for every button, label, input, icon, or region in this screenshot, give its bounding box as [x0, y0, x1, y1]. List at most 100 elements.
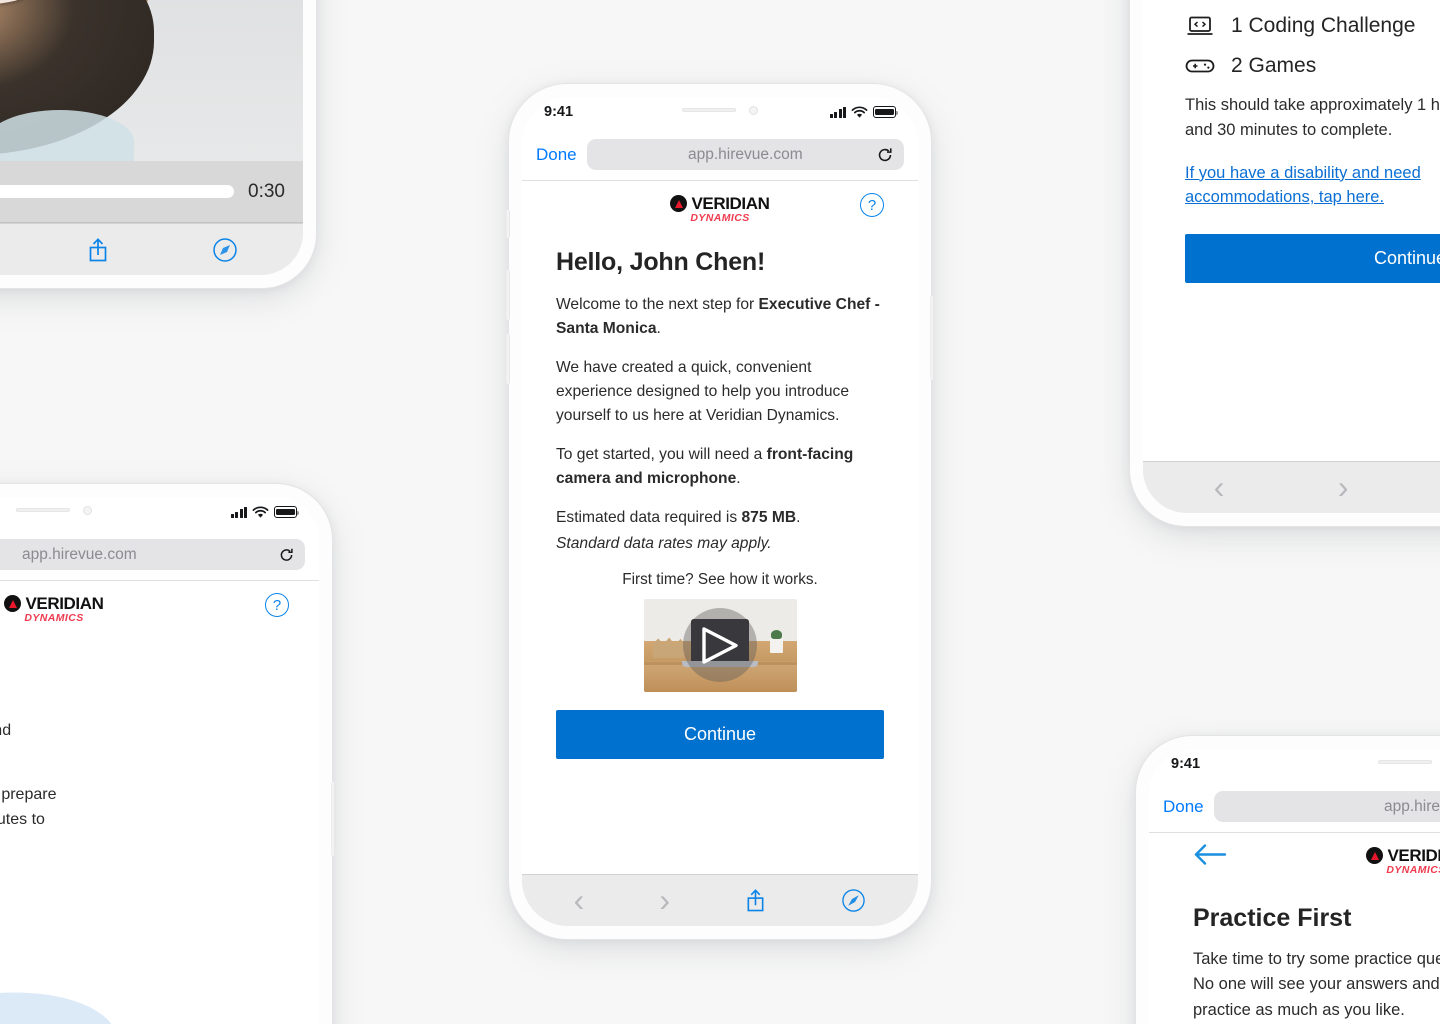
phone-power-button: [930, 296, 934, 380]
phone-mockup-tips: Done app.hirevue.com VERIDIAN DYNAMIC: [0, 484, 335, 1024]
screenshot-canvas: 0:30 ›: [0, 0, 1440, 1024]
accommodations-link-line2[interactable]: accommodations, tap here.: [1185, 185, 1440, 210]
tips-line-1: ll be asked to record your: [0, 695, 289, 720]
welcome-screen: 9:41 Done app.hirevue.com VERIDIAN DYNAM…: [522, 97, 918, 926]
phone-mockup-practice: 9:41 Done app.hirevue.com: [1136, 736, 1440, 1024]
notch-area: 9:41: [1149, 749, 1440, 783]
veridian-dynamics-logo: VERIDIAN DYNAMICS: [670, 194, 770, 224]
practice-line-3: practice as much as you like.: [1193, 1000, 1405, 1019]
share-icon[interactable]: [87, 237, 109, 263]
logo-mark-icon: [4, 595, 22, 612]
phone-mockup-overview: 4 Video Questions 1 Coding Challenge: [1130, 0, 1440, 526]
reload-icon: [280, 548, 293, 561]
welcome-post: .: [656, 319, 661, 337]
phone-mockup-recording: 0:30 ›: [0, 0, 316, 288]
url-field[interactable]: app.hirevue.com: [1213, 791, 1440, 822]
url-text: app.hirevue.com: [688, 145, 803, 163]
recording-illustration: Recording...: [0, 971, 319, 1024]
continue-button[interactable]: Continue: [556, 709, 884, 759]
front-camera: [749, 105, 758, 115]
notch-area: [0, 497, 319, 531]
reload-icon: [878, 147, 892, 161]
brand-row: VERIDIAN DYNAMICS ?: [0, 581, 289, 630]
battery-icon: [873, 106, 899, 118]
notch: [631, 97, 809, 123]
requirements-pre: To get started, you will need a: [556, 445, 767, 463]
back-button[interactable]: ‹: [574, 882, 585, 919]
url-field[interactable]: app.hirevue.com: [0, 539, 305, 570]
data-required-paragraph: Estimated data required is 875 MB.: [556, 506, 884, 530]
how-it-works-video-thumbnail[interactable]: [643, 598, 797, 692]
page-content: VERIDIAN DYNAMICS ? ful Tips ll be asked…: [0, 581, 319, 1024]
tips-line-6: your response.: [0, 832, 289, 857]
url-field[interactable]: app.hirevue.com: [586, 139, 904, 170]
page-title: ful Tips: [0, 650, 289, 679]
status-indicators: [230, 505, 300, 519]
safari-toolbar: ›: [0, 223, 303, 275]
forward-button[interactable]: ›: [659, 882, 670, 919]
help-icon[interactable]: ?: [860, 193, 884, 218]
tips-screen: Done app.hirevue.com VERIDIAN DYNAMIC: [0, 497, 319, 1024]
earpiece-speaker: [1378, 760, 1432, 764]
overview-item: 1 Coding Challenge: [1185, 13, 1440, 39]
done-button[interactable]: Done: [536, 145, 577, 165]
status-indicators: [829, 105, 899, 119]
practice-line-1: Take time to try some practice questions…: [1193, 949, 1440, 968]
tips-line-2: ses using your camera and: [0, 722, 12, 740]
data-size: 875 MB: [741, 508, 797, 526]
page-title: Practice First: [1193, 903, 1352, 932]
data-pre: Estimated data required is: [556, 508, 742, 526]
url-text: app.hirevue.com: [22, 545, 137, 563]
help-icon[interactable]: ?: [265, 593, 289, 618]
notch-area: 9:41: [522, 97, 918, 131]
safari-url-bar: Done app.hirevue.com: [522, 131, 918, 181]
logo-subtext: DYNAMICS: [690, 212, 750, 224]
page-title: Hello, John Chen!: [556, 247, 766, 276]
back-button[interactable]: ‹: [1214, 469, 1225, 506]
brand-row: VERIDIAN DYNAMICS: [1193, 833, 1440, 882]
phone-mockup-main: 9:41 Done app.hirevue.com VERIDIAN DYNAM…: [506, 84, 934, 939]
practice-line-2: No one will see your answers and you can: [1193, 975, 1440, 994]
forward-button[interactable]: ›: [1338, 469, 1349, 506]
status-time: 9:41: [1171, 756, 1201, 772]
logo-wordmark: VERIDIAN: [691, 194, 770, 213]
notch: [1327, 749, 1440, 775]
tips-line-3: hone.: [0, 744, 289, 769]
page-content: VERIDIAN DYNAMICS ? Hello, John Chen! We…: [522, 181, 918, 874]
logo-subtext: DYNAMICS: [1386, 864, 1440, 876]
recording-screen: 0:30 ›: [0, 0, 303, 275]
accommodations-link[interactable]: If you have a disability and need: [1185, 161, 1440, 186]
experience-paragraph: We have created a quick, convenient expe…: [556, 358, 850, 424]
logo-mark-icon: [670, 195, 688, 212]
compass-icon[interactable]: [212, 237, 238, 263]
notch: [0, 497, 143, 523]
video-caption: First time? See how it works.: [622, 570, 818, 588]
phone-screen-bezel: 9:41 Done app.hirevue.com: [1149, 749, 1440, 1024]
elapsed-time: 0:30: [248, 180, 285, 202]
compass-icon[interactable]: [841, 888, 866, 913]
cellular-signal-icon: [829, 106, 846, 118]
continue-button[interactable]: Continue: [1185, 234, 1440, 283]
cellular-signal-icon: [230, 506, 247, 518]
brand-row: VERIDIAN DYNAMICS ?: [556, 181, 884, 230]
camera-preview: [0, 0, 303, 161]
safari-toolbar: ‹ ›: [522, 874, 918, 926]
back-arrow-icon[interactable]: [1193, 844, 1227, 871]
practice-screen: 9:41 Done app.hirevue.com: [1149, 749, 1440, 1024]
page-content: 4 Video Questions 1 Coding Challenge: [1143, 0, 1440, 461]
url-text: app.hirevue.com: [1384, 797, 1440, 815]
share-icon[interactable]: [745, 888, 766, 913]
phone-volume-down-button: [506, 334, 510, 384]
overview-screen: 4 Video Questions 1 Coding Challenge: [1143, 0, 1440, 513]
phone-screen-bezel: Done app.hirevue.com VERIDIAN DYNAMIC: [0, 497, 319, 1024]
game-controller-icon: [1185, 53, 1215, 79]
logo-subtext: DYNAMICS: [24, 612, 84, 624]
recording-progress-bar: 0:30: [0, 161, 303, 223]
earpiece-speaker: [16, 508, 70, 512]
done-button[interactable]: Done: [1163, 797, 1204, 817]
requirements-post: .: [736, 469, 741, 487]
safari-toolbar: ‹ › o: [1143, 461, 1440, 513]
overview-item-label: 2 Games: [1231, 54, 1317, 77]
logo-wordmark: VERIDIAN: [1387, 846, 1440, 865]
overview-item-label: 1 Coding Challenge: [1231, 14, 1416, 37]
